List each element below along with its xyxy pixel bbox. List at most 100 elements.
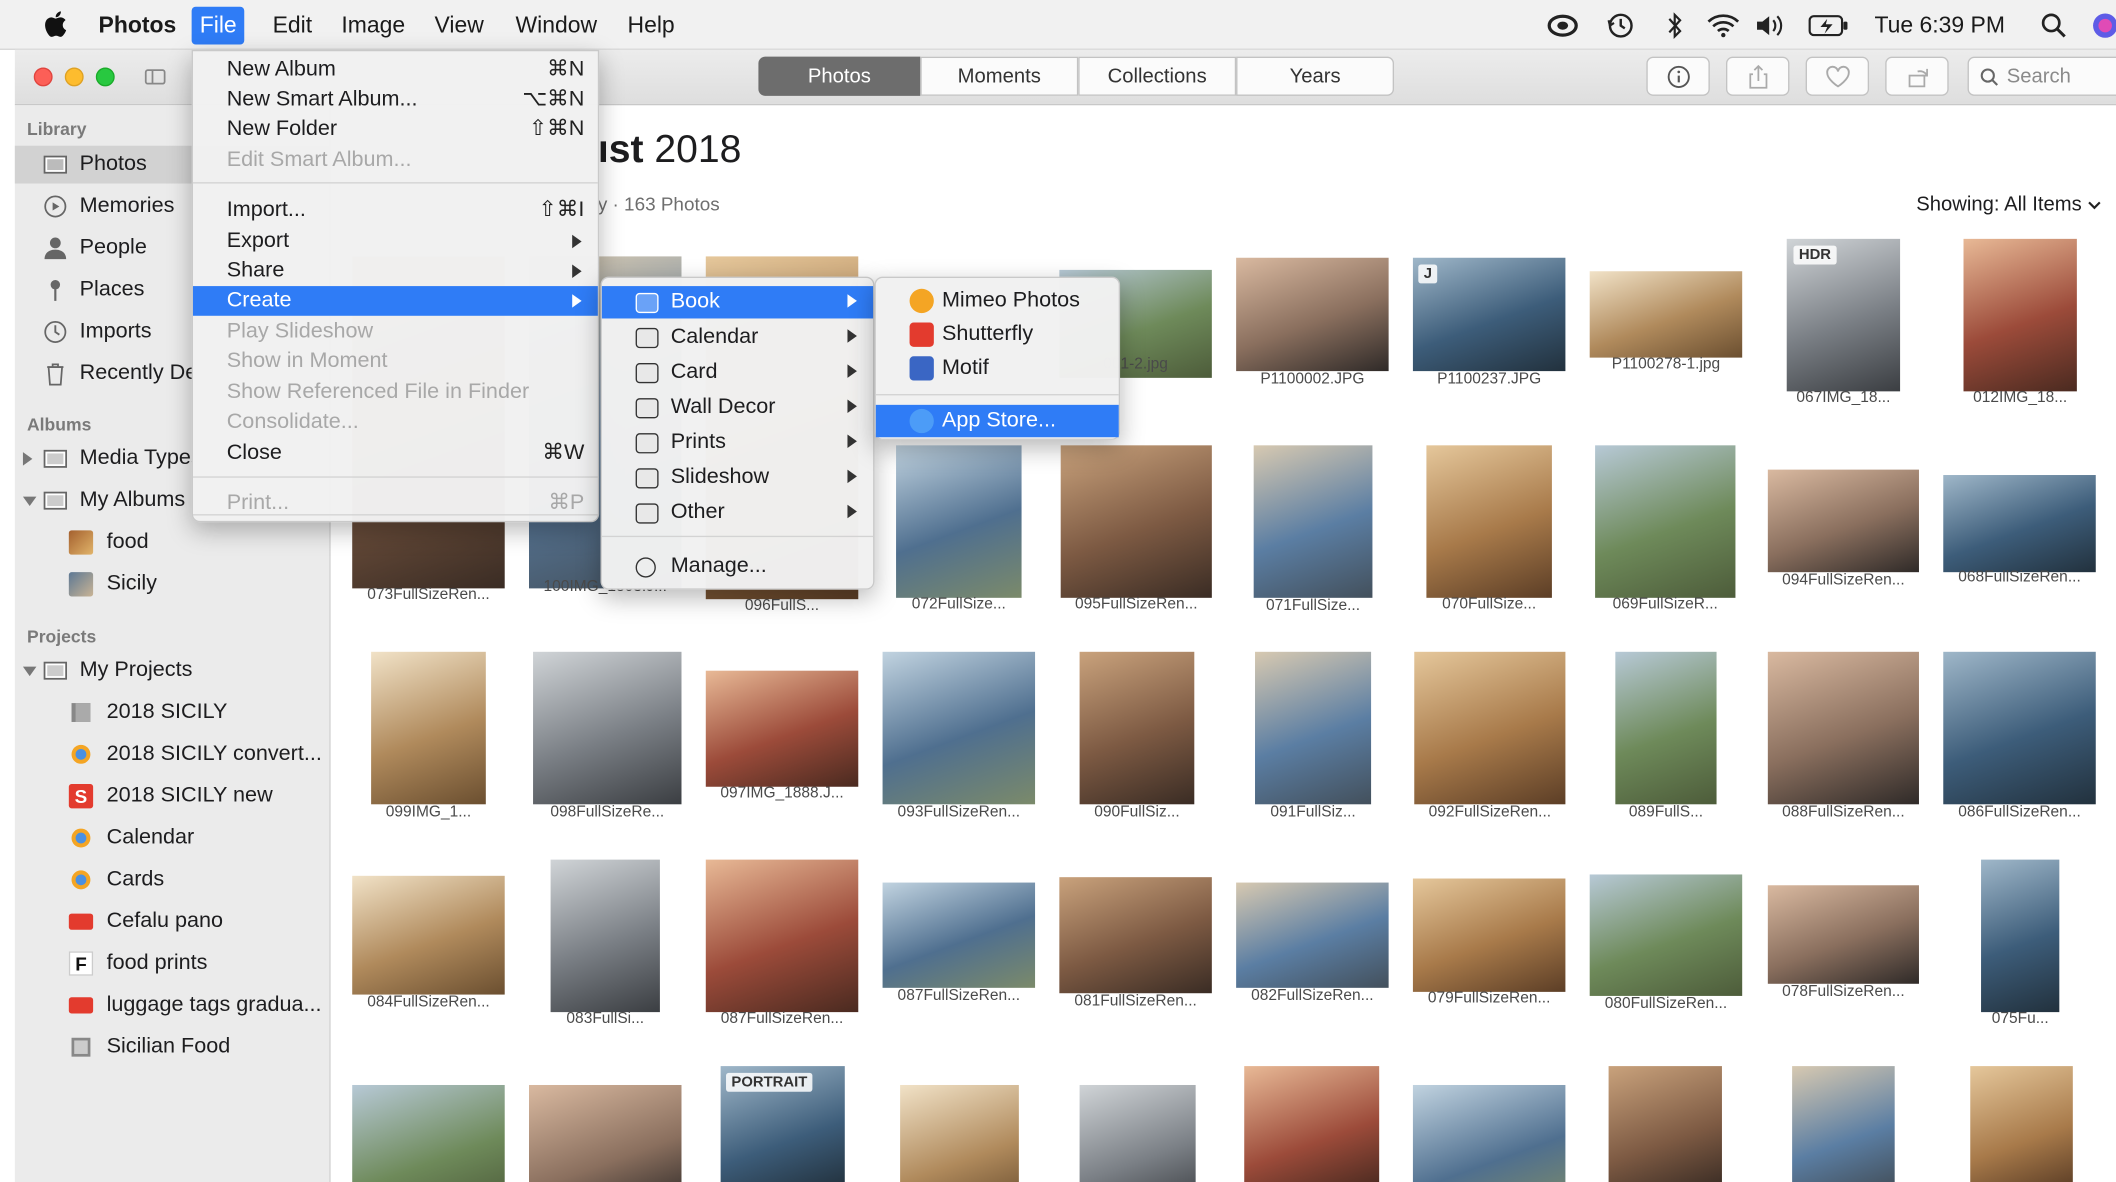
file-menu-item-create[interactable]: Create — [192, 286, 598, 316]
sidebar-item-project[interactable]: 2018 SICILY convert... — [15, 735, 329, 773]
file-menu-item-export[interactable]: Export — [193, 227, 598, 257]
photo-thumbnail[interactable] — [1767, 469, 1919, 573]
sidebar-item-project[interactable]: Calendar — [15, 819, 329, 857]
photo-thumbnail[interactable] — [896, 445, 1022, 598]
photo-thumbnail[interactable] — [1767, 651, 1919, 805]
photo-thumbnail[interactable] — [882, 882, 1036, 988]
photo-thumbnail[interactable] — [1244, 1066, 1380, 1182]
photo-thumbnail[interactable] — [352, 1084, 505, 1182]
sidebar-item-project[interactable]: 2018 SICILY — [15, 694, 329, 732]
photo-thumbnail[interactable] — [1253, 445, 1373, 598]
zoom-window-button[interactable] — [95, 67, 115, 87]
siri-icon[interactable] — [2092, 12, 2116, 39]
photo-thumbnail[interactable] — [1608, 1066, 1722, 1182]
create-menu-item-calendar[interactable]: Calendar — [602, 321, 873, 353]
sidebar-item-food[interactable]: food — [15, 524, 329, 562]
favorite-button[interactable] — [1805, 56, 1870, 96]
photo-thumbnail[interactable] — [1426, 445, 1552, 598]
create-menu-item-prints[interactable]: Prints — [602, 426, 873, 458]
wifi-icon[interactable] — [1706, 12, 1741, 39]
file-menu-item-new-folder[interactable]: New Folder ⇧⌘N — [193, 115, 598, 145]
sidebar-item-project[interactable]: S 2018 SICILY new — [15, 777, 329, 815]
minimize-window-button[interactable] — [64, 67, 84, 87]
menu-help[interactable]: Help — [628, 11, 675, 41]
photo-thumbnail[interactable] — [1963, 238, 2077, 392]
menu-image[interactable]: Image — [341, 11, 405, 41]
file-menu-item-new-album[interactable]: New Album ⌘N — [193, 55, 598, 85]
file-menu-item-import[interactable]: Import... ⇧⌘I — [193, 196, 598, 226]
photo-thumbnail[interactable] — [1615, 651, 1717, 805]
book-menu-item-shutterfly[interactable]: Shutterfly — [876, 318, 1119, 350]
disclosure-triangle-icon[interactable] — [22, 666, 37, 677]
photo-thumbnail[interactable] — [1595, 445, 1736, 598]
create-menu-item-book[interactable]: Book — [601, 286, 874, 319]
photo-thumbnail[interactable] — [900, 1084, 1019, 1182]
spotlight-search-icon[interactable] — [2040, 12, 2067, 39]
create-menu-item-wall-decor[interactable]: Wall Decor — [602, 391, 873, 423]
photo-thumbnail[interactable] — [529, 1084, 682, 1182]
menu-window[interactable]: Window — [516, 11, 598, 41]
photo-thumbnail[interactable] — [1060, 445, 1212, 598]
creative-cloud-icon[interactable] — [1547, 12, 1579, 39]
photo-thumbnail[interactable] — [1970, 1066, 2073, 1182]
photo-thumbnail[interactable] — [1792, 1066, 1895, 1182]
photo-thumbnail[interactable] — [705, 859, 859, 1013]
photo-thumbnail[interactable] — [1079, 651, 1195, 805]
sidebar-toggle-icon[interactable] — [144, 66, 166, 88]
bluetooth-icon[interactable] — [1665, 12, 1684, 40]
photo-thumbnail[interactable] — [882, 651, 1036, 805]
photo-thumbnail[interactable] — [1412, 1084, 1566, 1182]
sidebar-item-my-projects[interactable]: My Projects — [15, 652, 329, 690]
time-machine-icon[interactable] — [1606, 12, 1636, 39]
file-menu-item-new-smart-album[interactable]: New Smart Album... ⌥⌘N — [193, 85, 598, 115]
close-window-button[interactable] — [33, 67, 53, 87]
info-button[interactable] — [1646, 56, 1710, 96]
showing-filter[interactable]: Showing: All Items — [1916, 193, 2101, 216]
tab-years[interactable]: Years — [1236, 56, 1395, 96]
menu-edit[interactable]: Edit — [273, 11, 313, 41]
file-menu-item-close[interactable]: Close ⌘W — [193, 439, 598, 469]
menu-app-name[interactable]: Photos — [99, 11, 177, 41]
sidebar-item-project[interactable]: Sicilian Food — [15, 1028, 329, 1066]
photo-thumbnail[interactable] — [1943, 475, 2096, 573]
photo-thumbnail[interactable] — [1943, 651, 2096, 805]
photo-thumbnail[interactable] — [550, 859, 660, 1013]
file-menu-item-share[interactable]: Share — [193, 256, 598, 286]
tab-moments[interactable]: Moments — [920, 56, 1079, 96]
disclosure-triangle-icon[interactable] — [22, 496, 37, 507]
sidebar-item-project[interactable]: luggage tags gradua... — [15, 986, 329, 1024]
create-menu-item-manage[interactable]: Manage... — [602, 551, 873, 583]
disclosure-triangle-icon[interactable] — [22, 452, 33, 466]
sidebar-item-project[interactable]: Cards — [15, 861, 329, 899]
photo-thumbnail[interactable] — [371, 651, 486, 805]
battery-icon[interactable] — [1808, 12, 1848, 39]
rotate-button[interactable] — [1885, 56, 1949, 96]
apple-icon[interactable] — [43, 9, 67, 39]
sidebar-item-project[interactable]: Cefalu pano — [15, 903, 329, 941]
tab-photos[interactable]: Photos — [758, 56, 921, 96]
create-menu-item-slideshow[interactable]: Slideshow — [602, 462, 873, 494]
photo-thumbnail[interactable] — [352, 875, 505, 995]
photo-thumbnail[interactable] — [533, 651, 682, 805]
share-button[interactable] — [1725, 56, 1790, 96]
photo-thumbnail[interactable] — [1255, 651, 1372, 805]
tab-collections[interactable]: Collections — [1078, 56, 1237, 96]
clock[interactable]: Tue 6:39 PM — [1874, 11, 2004, 41]
sidebar-item-project[interactable]: F food prints — [15, 945, 329, 983]
book-menu-item-mimeo-photos[interactable]: Mimeo Photos — [876, 285, 1119, 317]
photo-thumbnail[interactable] — [1412, 878, 1566, 992]
sidebar-item-sicily[interactable]: Sicily — [15, 565, 329, 603]
photo-thumbnail[interactable] — [1414, 651, 1566, 805]
create-menu-item-card[interactable]: Card — [602, 356, 873, 388]
photo-thumbnail[interactable] — [1079, 1084, 1196, 1182]
photo-thumbnail[interactable] — [1236, 257, 1389, 372]
menu-view[interactable]: View — [435, 11, 484, 41]
create-menu-item-other[interactable]: Other — [602, 497, 873, 529]
photo-thumbnail[interactable] — [1236, 882, 1389, 988]
photo-thumbnail[interactable] — [705, 670, 859, 787]
photo-thumbnail[interactable] — [1059, 877, 1212, 994]
photo-thumbnail[interactable] — [1767, 885, 1919, 984]
photo-thumbnail[interactable] — [1589, 271, 1743, 358]
search-field[interactable]: Search — [1967, 56, 2116, 96]
book-menu-item-motif[interactable]: Motif — [876, 352, 1119, 384]
